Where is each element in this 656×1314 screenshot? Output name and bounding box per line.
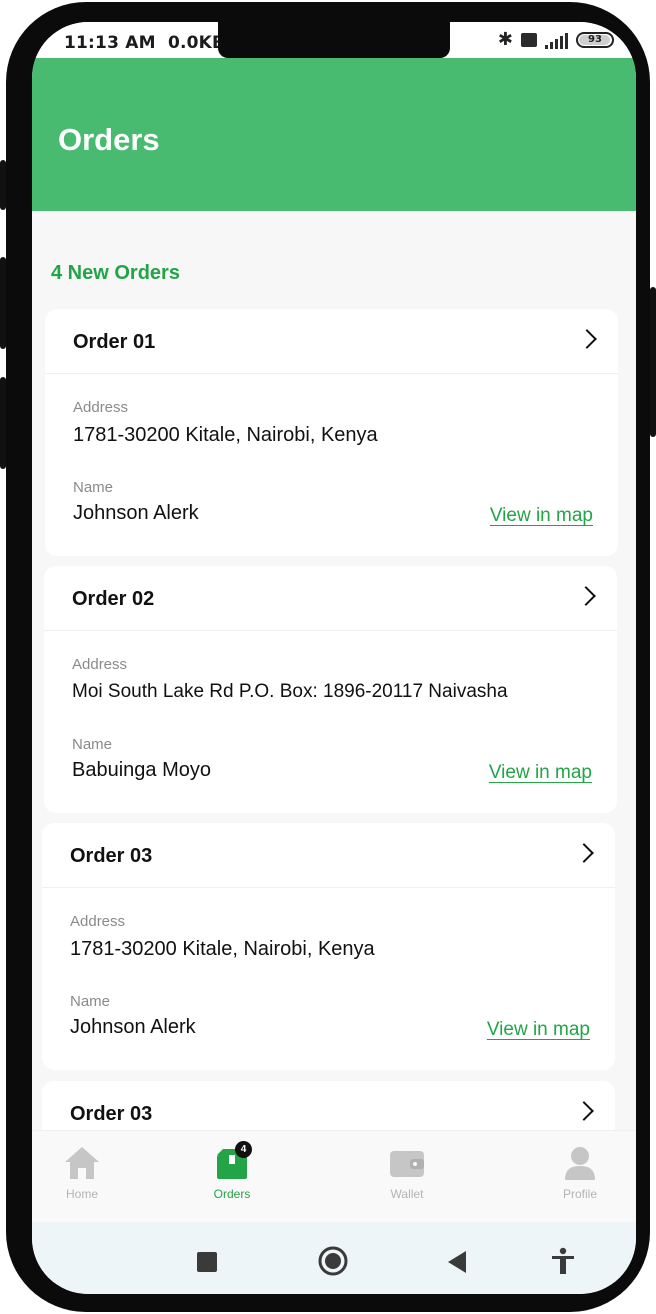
- phone-frame: 11:13 AM 0.0KB/ ✱ 93 Orders 4 New Orders…: [0, 2, 656, 1312]
- system-nav-bar: [32, 1222, 636, 1294]
- app-header: Orders: [32, 58, 636, 211]
- address-value: Moi South Lake Rd P.O. Box: 1896-20117 N…: [72, 681, 508, 702]
- status-icons: ✱ 93: [498, 31, 614, 49]
- chevron-right-icon[interactable]: [574, 843, 594, 863]
- power-button: [650, 287, 656, 437]
- address-label: Address: [72, 656, 128, 673]
- bluetooth-icon: ✱: [497, 29, 513, 50]
- side-button: [0, 160, 6, 210]
- nav-item-wallet[interactable]: Wallet: [362, 1145, 452, 1201]
- nav-label-wallet: Wallet: [390, 1187, 424, 1201]
- name-label: Name: [73, 479, 114, 496]
- nav-item-profile[interactable]: Profile: [535, 1145, 625, 1201]
- name-value: Johnson Alerk: [73, 502, 199, 524]
- camera-notch: [218, 22, 450, 58]
- chevron-right-icon[interactable]: [577, 329, 597, 349]
- address-label: Address: [70, 913, 126, 930]
- order-title: Order 03: [70, 1103, 153, 1125]
- home-icon: [62, 1145, 102, 1181]
- profile-icon: [560, 1145, 600, 1181]
- name-label: Name: [70, 993, 111, 1010]
- order-title: Order 03: [70, 845, 153, 867]
- address-value: 1781-30200 Kitale, Nairobi, Kenya: [70, 938, 375, 960]
- name-value: Johnson Alerk: [70, 1016, 196, 1038]
- wallet-icon: [387, 1145, 427, 1181]
- view-in-map-link[interactable]: View in map: [490, 505, 593, 527]
- order-card-header[interactable]: Order 03: [42, 823, 615, 888]
- nav-item-orders[interactable]: 4 Orders: [187, 1141, 277, 1201]
- screen: 11:13 AM 0.0KB/ ✱ 93 Orders 4 New Orders…: [32, 22, 636, 1294]
- name-label: Name: [72, 736, 113, 753]
- chevron-right-icon[interactable]: [576, 586, 596, 606]
- battery-icon: 93: [576, 32, 614, 48]
- order-card: Order 01 Address 1781-30200 Kitale, Nair…: [45, 309, 618, 556]
- orders-icon: 4: [212, 1141, 252, 1181]
- recents-button[interactable]: [196, 1251, 218, 1277]
- nav-item-home[interactable]: Home: [37, 1145, 127, 1201]
- order-card-header[interactable]: Order 02: [44, 566, 617, 631]
- nav-label-orders: Orders: [213, 1187, 251, 1201]
- nav-label-home: Home: [65, 1187, 98, 1201]
- address-value: 1781-30200 Kitale, Nairobi, Kenya: [73, 424, 378, 446]
- status-bar: 11:13 AM 0.0KB/ ✱ 93: [32, 22, 636, 58]
- back-button[interactable]: [446, 1250, 468, 1278]
- view-in-map-link[interactable]: View in map: [489, 762, 592, 784]
- order-title: Order 01: [73, 331, 156, 353]
- home-system-button[interactable]: [317, 1245, 349, 1281]
- signal-icon: [545, 31, 568, 49]
- orders-badge: 4: [235, 1141, 252, 1158]
- order-card: Order 03 Address 1781-30200 Kitale, Nair…: [42, 823, 615, 1070]
- nav-label-profile: Profile: [562, 1187, 597, 1201]
- view-in-map-link[interactable]: View in map: [487, 1019, 590, 1041]
- address-label: Address: [73, 399, 129, 416]
- volte-icon: [521, 33, 537, 47]
- status-time: 11:13 AM 0.0KB/: [64, 33, 232, 53]
- page-title: Orders: [58, 122, 160, 157]
- bottom-nav: Home 4 Orders Wallet Profile: [32, 1130, 636, 1222]
- order-title: Order 02: [72, 588, 155, 610]
- accessibility-icon[interactable]: [550, 1247, 576, 1279]
- volume-up-button: [0, 257, 6, 349]
- chevron-right-icon[interactable]: [574, 1101, 594, 1121]
- volume-down-button: [0, 377, 6, 469]
- new-orders-count: 4 New Orders: [51, 262, 180, 284]
- name-value: Babuinga Moyo: [72, 759, 211, 781]
- order-card: Order 02 Address Moi South Lake Rd P.O. …: [44, 566, 617, 813]
- order-card-header[interactable]: Order 01: [45, 309, 618, 374]
